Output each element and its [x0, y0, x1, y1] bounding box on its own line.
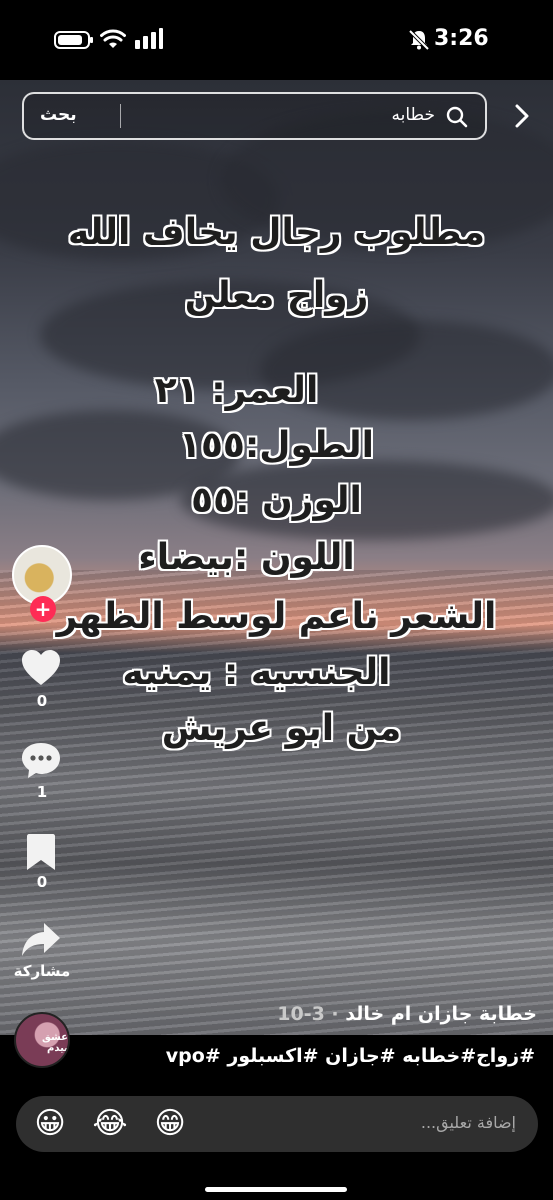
- emoji-smile-button[interactable]: 😁: [150, 1104, 190, 1144]
- caption-date: 3-10: [277, 1003, 325, 1025]
- video-text-nationality: الجنسيه : يمنيه: [122, 652, 391, 693]
- video-text-color: اللون :بيضاء: [138, 537, 355, 578]
- wifi-icon: [100, 29, 126, 48]
- comment-count: 1: [36, 783, 48, 801]
- mute-bell-icon: [408, 29, 430, 51]
- author-avatar-text: عشق بيدم: [41, 1032, 68, 1054]
- like-count: 0: [36, 692, 48, 710]
- emoji-grin-button[interactable]: 😀: [30, 1104, 70, 1144]
- save-count: 0: [36, 873, 48, 891]
- video-text-hair: الشعر ناعم لوسط الظهر: [56, 596, 497, 637]
- battery-icon: [54, 31, 93, 49]
- caption-author-line[interactable]: خطابة جازان ام خالد · 3-10: [277, 1003, 537, 1025]
- comment-bar[interactable]: 😀 😂 😁 إضافة تعليق...: [16, 1096, 538, 1152]
- search-input[interactable]: خطابه: [392, 105, 435, 125]
- battery-level-fill: [58, 35, 82, 45]
- bookmark-icon[interactable]: [20, 832, 62, 872]
- video-text-line1: مطلوب رجال يخاف الله: [67, 212, 485, 253]
- video-text-line2: زواج معلن: [184, 275, 369, 316]
- emoji-laugh-button[interactable]: 😂: [90, 1104, 130, 1144]
- heart-icon[interactable]: [20, 648, 62, 688]
- status-time: 3:26: [434, 26, 489, 51]
- search-bar[interactable]: بحث خطابه: [22, 92, 487, 140]
- status-bar: 3:26: [0, 0, 553, 80]
- share-label: مشاركة: [13, 962, 71, 980]
- share-arrow-icon[interactable]: [20, 920, 62, 960]
- home-indicator: [205, 1187, 347, 1192]
- caption-author-name[interactable]: خطابة جازان ام خالد: [345, 1003, 537, 1025]
- video-text-weight: الوزن :٥٥: [191, 480, 362, 521]
- follow-button[interactable]: +: [30, 596, 56, 622]
- caption-hashtags[interactable]: #زواج#خطابه #جازان #اكسبلور #vpo: [166, 1045, 535, 1067]
- search-button[interactable]: بحث: [40, 105, 77, 125]
- comment-input[interactable]: إضافة تعليق...: [421, 1113, 516, 1132]
- signal-icon: [135, 28, 163, 49]
- author-avatar[interactable]: عشق بيدم: [14, 1012, 70, 1068]
- video-text-origin: من ابو عريش: [161, 708, 402, 749]
- forward-chevron-icon[interactable]: [511, 102, 533, 130]
- search-divider: [120, 104, 121, 128]
- search-icon: [446, 106, 468, 128]
- video-text-age: العمر: ٢١: [154, 370, 319, 411]
- video-text-height: الطول:١٥٥: [178, 425, 375, 466]
- comment-icon[interactable]: [20, 740, 62, 780]
